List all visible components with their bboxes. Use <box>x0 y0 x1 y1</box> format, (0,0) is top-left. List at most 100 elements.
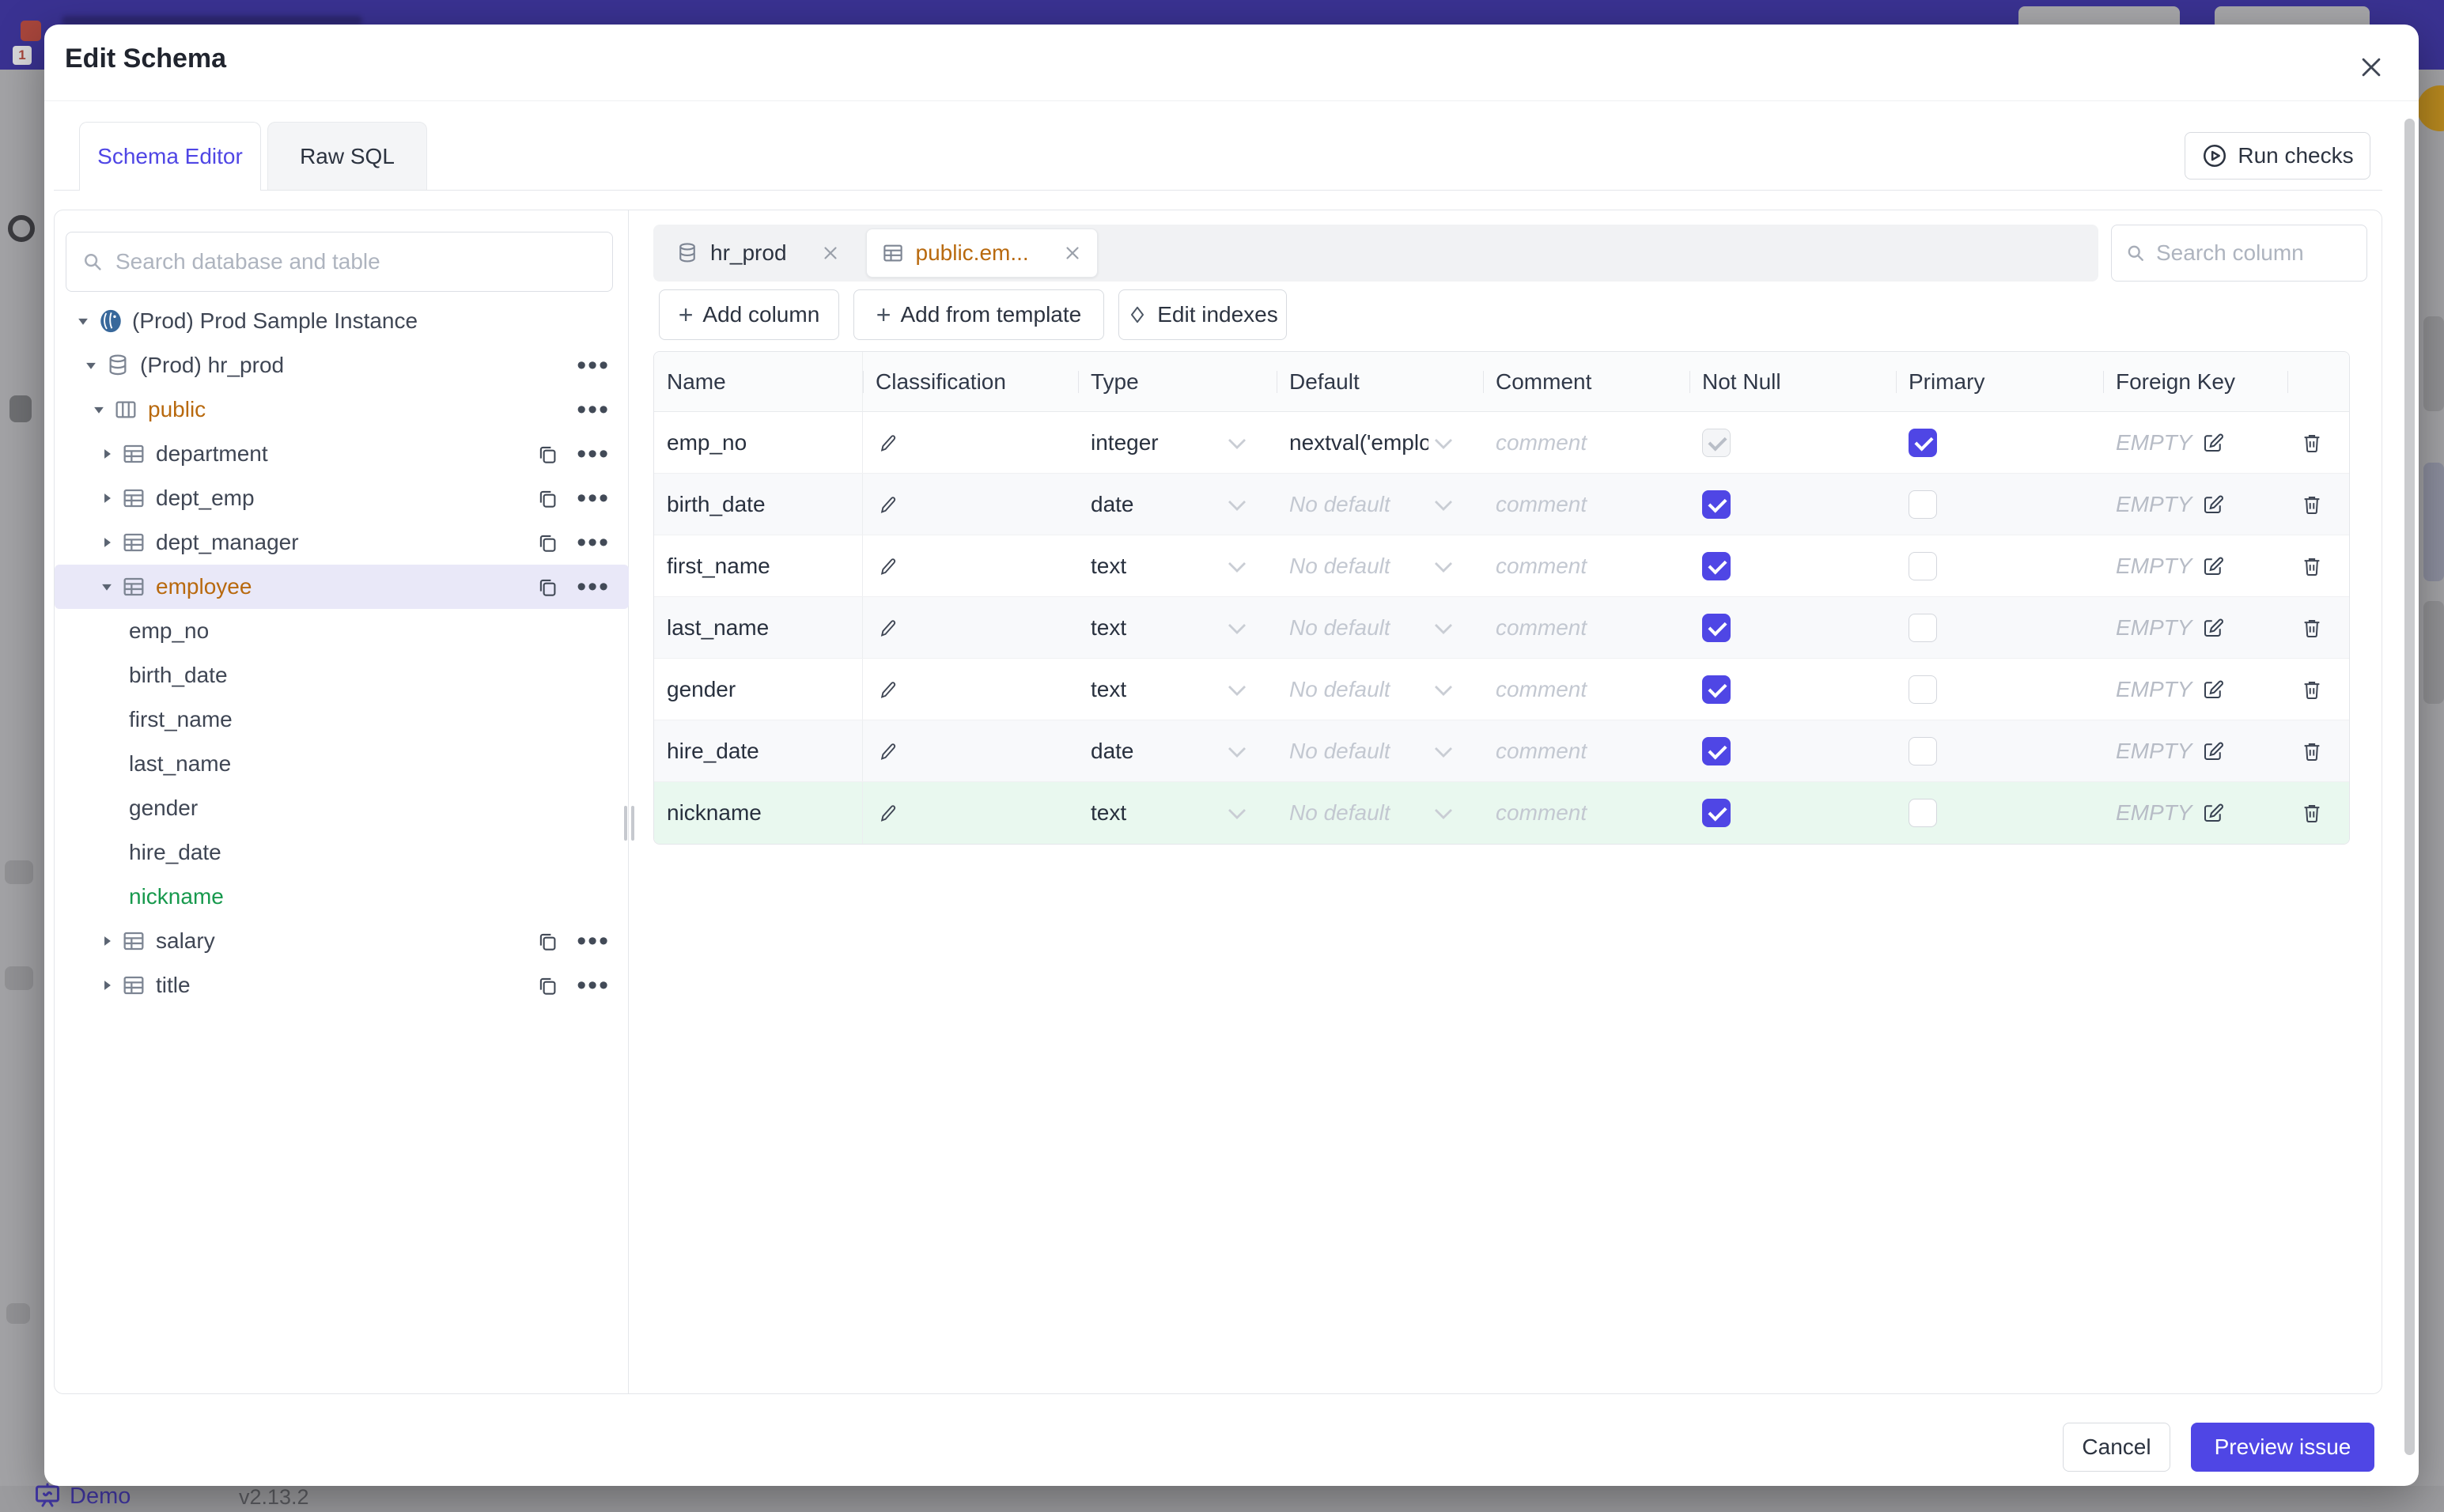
copy-icon[interactable] <box>535 442 559 466</box>
foreign-key-cell[interactable]: EMPTY <box>2103 535 2287 596</box>
primary-checkbox[interactable] <box>1909 428 1937 457</box>
tree-item-table-title[interactable]: title ••• <box>55 963 629 1007</box>
classification-cell[interactable] <box>863 474 1078 535</box>
tree-item-table-dept-emp[interactable]: dept_emp ••• <box>55 476 629 520</box>
not-null-checkbox[interactable] <box>1702 736 1731 765</box>
default-select[interactable]: No default <box>1277 474 1483 535</box>
default-select[interactable]: No default <box>1277 597 1483 658</box>
not-null-checkbox[interactable] <box>1702 551 1731 580</box>
tree-column-last-name[interactable]: last_name <box>55 742 629 786</box>
column-name[interactable]: first_name <box>654 535 863 596</box>
preview-issue-button[interactable]: Preview issue <box>2191 1423 2374 1472</box>
tree-search-box[interactable] <box>66 232 613 292</box>
more-icon[interactable]: ••• <box>577 352 610 379</box>
default-select[interactable]: nextval('employ <box>1277 412 1483 473</box>
more-icon[interactable]: ••• <box>577 573 610 600</box>
add-from-template-button[interactable]: + Add from template <box>853 289 1104 340</box>
comment-input[interactable]: comment <box>1483 412 1689 473</box>
classification-cell[interactable] <box>863 412 1078 473</box>
delete-row-icon[interactable] <box>2300 678 2324 701</box>
tab-schema-editor[interactable]: Schema Editor <box>79 122 261 191</box>
not-null-checkbox[interactable] <box>1702 428 1731 457</box>
primary-checkbox[interactable] <box>1909 799 1937 827</box>
demo-link[interactable]: Demo <box>33 1482 131 1510</box>
type-select[interactable]: date <box>1078 474 1277 535</box>
tab-chip-hr-prod[interactable]: hr_prod <box>661 231 855 275</box>
tree-column-emp-no[interactable]: emp_no <box>55 609 629 653</box>
tree-column-first-name[interactable]: first_name <box>55 697 629 742</box>
tree-item-instance[interactable]: (Prod) Prod Sample Instance <box>55 299 629 343</box>
caret-down-icon[interactable] <box>77 357 105 374</box>
copy-icon[interactable] <box>535 929 559 953</box>
close-icon[interactable] <box>2352 48 2390 86</box>
delete-row-icon[interactable] <box>2300 739 2324 763</box>
not-null-checkbox[interactable] <box>1702 799 1731 827</box>
classification-cell[interactable] <box>863 720 1078 781</box>
add-column-button[interactable]: + Add column <box>659 289 839 340</box>
not-null-checkbox[interactable] <box>1702 613 1731 642</box>
tree-item-table-dept-manager[interactable]: dept_manager ••• <box>55 520 629 565</box>
caret-right-icon[interactable] <box>93 490 121 507</box>
tree-item-table-employee[interactable]: employee ••• <box>55 565 629 609</box>
classification-cell[interactable] <box>863 535 1078 596</box>
classification-cell[interactable] <box>863 597 1078 658</box>
default-select[interactable]: No default <box>1277 782 1483 844</box>
type-select[interactable]: text <box>1078 782 1277 844</box>
comment-input[interactable]: comment <box>1483 659 1689 720</box>
caret-down-icon[interactable] <box>69 312 97 330</box>
primary-checkbox[interactable] <box>1909 613 1937 642</box>
column-name[interactable]: nickname <box>654 782 863 844</box>
tree-column-nickname[interactable]: nickname <box>55 875 629 919</box>
more-icon[interactable]: ••• <box>577 396 610 423</box>
classification-cell[interactable] <box>863 782 1078 844</box>
column-search-input[interactable] <box>2156 240 2338 266</box>
close-icon[interactable] <box>820 243 841 263</box>
tab-chip-public-employee[interactable]: public.em... <box>865 229 1098 278</box>
caret-down-icon[interactable] <box>85 401 113 418</box>
primary-checkbox[interactable] <box>1909 736 1937 765</box>
column-name[interactable]: gender <box>654 659 863 720</box>
classification-cell[interactable] <box>863 659 1078 720</box>
tree-item-table-salary[interactable]: salary ••• <box>55 919 629 963</box>
more-icon[interactable]: ••• <box>577 972 610 999</box>
type-select[interactable]: text <box>1078 659 1277 720</box>
close-icon[interactable] <box>1062 243 1083 263</box>
more-icon[interactable]: ••• <box>577 485 610 512</box>
column-name[interactable]: hire_date <box>654 720 863 781</box>
copy-icon[interactable] <box>535 575 559 599</box>
more-icon[interactable]: ••• <box>577 440 610 467</box>
primary-checkbox[interactable] <box>1909 490 1937 519</box>
column-name[interactable]: birth_date <box>654 474 863 535</box>
foreign-key-cell[interactable]: EMPTY <box>2103 597 2287 658</box>
tree-item-database[interactable]: (Prod) hr_prod ••• <box>55 343 629 387</box>
default-select[interactable]: No default <box>1277 535 1483 596</box>
copy-icon[interactable] <box>535 486 559 510</box>
modal-scrollbar[interactable] <box>2404 119 2415 1455</box>
comment-input[interactable]: comment <box>1483 535 1689 596</box>
foreign-key-cell[interactable]: EMPTY <box>2103 474 2287 535</box>
tree-column-gender[interactable]: gender <box>55 786 629 830</box>
default-select[interactable]: No default <box>1277 659 1483 720</box>
column-name[interactable]: emp_no <box>654 412 863 473</box>
column-search-box[interactable] <box>2111 225 2367 282</box>
tree-column-birth-date[interactable]: birth_date <box>55 653 629 697</box>
tab-raw-sql[interactable]: Raw SQL <box>267 122 427 191</box>
tree-item-schema-public[interactable]: public ••• <box>55 387 629 432</box>
run-checks-button[interactable]: Run checks <box>2185 132 2370 180</box>
comment-input[interactable]: comment <box>1483 474 1689 535</box>
tree-search-input[interactable] <box>115 249 598 274</box>
delete-row-icon[interactable] <box>2300 493 2324 516</box>
not-null-checkbox[interactable] <box>1702 490 1731 519</box>
copy-icon[interactable] <box>535 531 559 554</box>
foreign-key-cell[interactable]: EMPTY <box>2103 412 2287 473</box>
caret-right-icon[interactable] <box>93 534 121 551</box>
type-select[interactable]: text <box>1078 597 1277 658</box>
primary-checkbox[interactable] <box>1909 675 1937 704</box>
foreign-key-cell[interactable]: EMPTY <box>2103 782 2287 844</box>
delete-row-icon[interactable] <box>2300 554 2324 578</box>
comment-input[interactable]: comment <box>1483 597 1689 658</box>
more-icon[interactable]: ••• <box>577 529 610 556</box>
delete-row-icon[interactable] <box>2300 616 2324 640</box>
type-select[interactable]: date <box>1078 720 1277 781</box>
tree-column-hire-date[interactable]: hire_date <box>55 830 629 875</box>
